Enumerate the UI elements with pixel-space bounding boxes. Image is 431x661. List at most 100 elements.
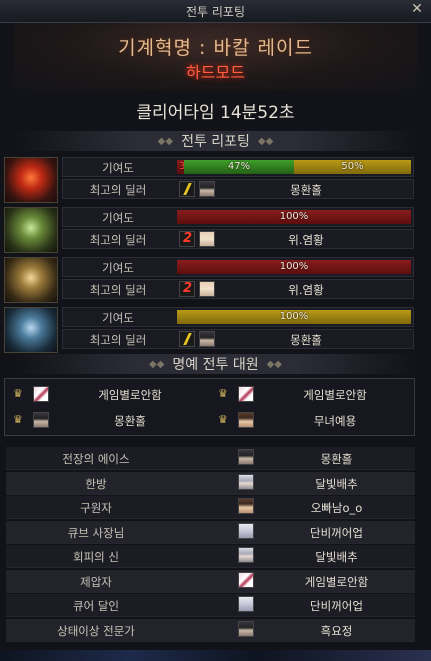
honor-members-panel: ♛ 게임별로안함 ♛ 게임별로안함 ♛ 몽환홀 ♛ 무녀예용 (4, 378, 415, 436)
honor-member: ♛ 몽환홀 (5, 409, 205, 433)
contribution-row: 기여도 100% (62, 207, 414, 227)
contribution-bar: 100% (177, 210, 411, 224)
award-player-name: 흑요정 (320, 623, 353, 638)
contribution-percent: 100% (279, 211, 309, 222)
crown-icon: ♛ (218, 387, 228, 400)
dealer-name: 위.염황 (288, 233, 324, 247)
award-title: 전장의 에이스 (62, 452, 130, 466)
contribution-segment-yellow: 100% (177, 310, 411, 324)
title-bar: 전투 리포팅 ✕ (0, 0, 431, 23)
best-dealer-row: 최고의 딜러 몽환홀 (62, 179, 414, 199)
honor-member-name: 게임별로안함 (98, 388, 162, 402)
class-icon (179, 331, 195, 347)
contribution-segment-red: 100% (177, 210, 411, 224)
award-player-name: 단비꺼어업 (310, 525, 363, 540)
character-avatar-icon (33, 386, 49, 402)
honor-member: ♛ 게임별로안함 (5, 383, 205, 407)
contribution-label: 기여도 (102, 161, 134, 175)
best-dealer-row: 최고의 딜러 위.염황 (62, 279, 414, 299)
divider-diamond-icon: ◆◆ (257, 136, 274, 147)
contribution-segment-green: 47% (184, 160, 294, 174)
crown-icon: ♛ (13, 413, 23, 426)
boss-row: 기여도 100% 최고의 딜러 위.염황 (4, 207, 414, 253)
character-avatar-icon (33, 412, 49, 428)
contribution-bar: 100% (177, 310, 411, 324)
best-dealer-row: 최고의 딜러 몽환홀 (62, 329, 414, 349)
award-player-name: 달빛배추 (315, 550, 358, 564)
award-title: 상태이상 전문가 (57, 623, 135, 638)
boss-row: 기여도 3% 47% 50% 최고의 딜러 몽환홀 (4, 157, 414, 203)
award-title: 큐브 사장님 (67, 525, 125, 540)
green-dragon-boss-icon (4, 207, 58, 253)
battle-report-window: 전투 리포팅 ✕ 기계혁명 : 바칼 레이드 하드모드 클리어타임 14분52초… (0, 0, 431, 661)
best-dealer-row: 최고의 딜러 위.염황 (62, 229, 414, 249)
best-dealer-label: 최고의 딜러 (89, 233, 147, 247)
award-row: 큐브 사장님 단비꺼어업 (6, 520, 415, 544)
raid-name: 기계혁명 : 바칼 레이드 (118, 37, 313, 59)
window-title: 전투 리포팅 (185, 5, 245, 19)
award-title: 구원자 (80, 501, 112, 515)
class-icon (179, 181, 195, 197)
award-player-name: 게임별로안함 (304, 574, 369, 589)
award-title: 큐어 달인 (73, 599, 119, 613)
best-dealer-label: 최고의 딜러 (89, 183, 147, 197)
crown-icon: ♛ (218, 413, 228, 426)
report-header-text: 전투 리포팅 (181, 134, 250, 150)
best-dealer-label: 최고의 딜러 (89, 333, 147, 347)
contribution-bar: 3% 47% 50% (177, 160, 411, 174)
award-title: 제압자 (80, 574, 112, 589)
award-row: 구원자 오빠남o_o (6, 496, 415, 519)
contribution-percent: 100% (279, 311, 309, 322)
character-avatar-icon (238, 571, 254, 588)
award-player-name: 단비꺼어업 (310, 599, 363, 613)
character-avatar-icon (238, 412, 254, 428)
divider-diamond-icon: ◆◆ (157, 136, 174, 147)
dealer-name: 몽환홀 (290, 183, 322, 197)
dealer-name: 위.염황 (288, 283, 324, 297)
contribution-label: 기여도 (102, 311, 134, 325)
class-icon (179, 231, 195, 247)
contribution-row: 기여도 100% (62, 307, 414, 327)
award-player-name: 오빠남o_o (310, 501, 363, 515)
contribution-segment-red: 100% (177, 260, 411, 274)
blue-dragon-boss-icon (4, 307, 58, 353)
award-row: 큐어 달인 단비꺼어업 (6, 594, 415, 617)
character-avatar-icon (238, 449, 254, 465)
character-avatar-icon (238, 498, 254, 514)
contribution-label: 기여도 (102, 211, 134, 225)
honor-member-name: 몽환홀 (114, 414, 146, 428)
contribution-segment-red: 3% (177, 160, 195, 174)
boss-row: 기여도 100% 최고의 딜러 몽환홀 (4, 307, 414, 353)
divider-diamond-icon: ◆◆ (266, 359, 282, 370)
close-icon[interactable]: ✕ (409, 1, 425, 19)
character-avatar-icon (238, 522, 254, 539)
gold-dragon-boss-icon (4, 257, 58, 303)
crown-icon: ♛ (13, 387, 23, 400)
dealer-name: 몽환홀 (290, 333, 322, 347)
honor-member: ♛ 무녀예용 (210, 409, 410, 433)
character-avatar-icon (238, 547, 254, 563)
honor-member-name: 무녀예용 (313, 414, 357, 428)
award-player-name: 몽환홀 (320, 452, 353, 466)
contribution-percent: 47% (227, 161, 251, 172)
raid-banner: 기계혁명 : 바칼 레이드 하드모드 (14, 23, 417, 91)
contribution-label: 기여도 (102, 261, 134, 275)
contribution-percent: 100% (279, 261, 309, 272)
award-row: 제압자 게임별로안함 (6, 569, 415, 593)
contribution-segment-yellow: 50% (294, 160, 411, 174)
contribution-percent: 50% (341, 161, 364, 172)
character-avatar-icon (238, 473, 254, 490)
award-player-name: 달빛배추 (315, 476, 358, 491)
report-section-header: ◆◆ 전투 리포팅 ◆◆ (14, 131, 417, 151)
character-avatar-icon (238, 386, 254, 402)
honor-member-name: 게임별로안함 (303, 388, 367, 402)
award-row: 한방 달빛배추 (6, 471, 415, 495)
character-avatar-icon (238, 620, 254, 637)
boss-row: 기여도 100% 최고의 딜러 위.염황 (4, 257, 414, 303)
clear-time: 클리어타임 14분52초 (136, 103, 295, 123)
award-row: 상태이상 전문가 흑요정 (6, 618, 415, 642)
character-avatar-icon (238, 596, 254, 612)
footer-art (0, 650, 431, 661)
honor-section-header: ◆◆ 명예 전투 대원 ◆◆ (14, 354, 417, 374)
award-row: 전장의 에이스 몽환홀 (6, 447, 415, 470)
